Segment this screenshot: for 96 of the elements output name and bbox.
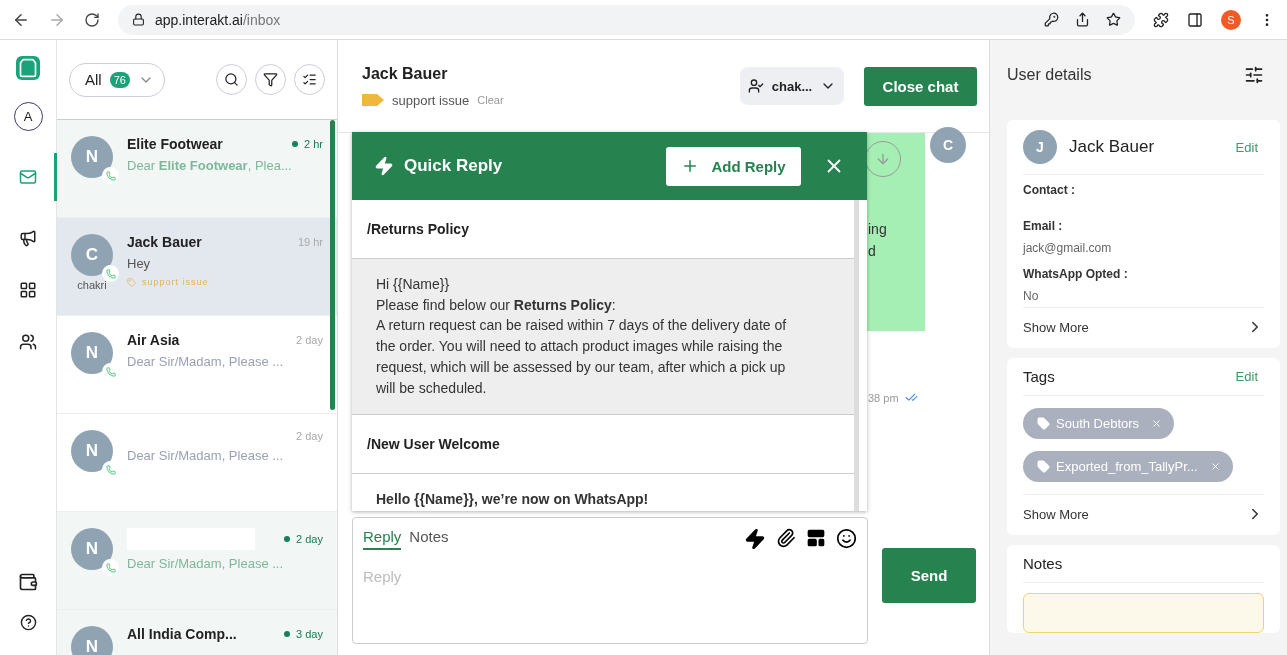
attach-icon[interactable] — [776, 528, 796, 548]
mail-icon[interactable] — [19, 168, 37, 186]
reply-text: Please find below our Returns Policy: — [376, 295, 617, 315]
field-value: No — [1023, 289, 1040, 303]
reply-body[interactable]: Hello {{Name}}, we’re now on WhatsApp! — [352, 474, 854, 511]
message-preview: Hey — [127, 256, 152, 271]
share-icon[interactable] — [1075, 12, 1090, 27]
user-name: Jack Bauer — [1069, 137, 1155, 157]
megaphone-icon[interactable] — [19, 229, 37, 247]
tag-label: support issue — [392, 92, 470, 108]
message-text: d — [868, 243, 877, 259]
message-preview: Dear Sir/Madam, Please ... — [127, 448, 285, 463]
search-icon — [224, 72, 239, 87]
avatar: N — [71, 332, 113, 374]
field-label: Contact : — [1023, 183, 1076, 197]
template-icon[interactable] — [806, 528, 826, 548]
unread-dot — [284, 631, 291, 637]
show-more-link[interactable]: Show More — [1023, 307, 1264, 348]
message-time: 2 day — [296, 533, 323, 545]
message-time: 3 day — [296, 628, 323, 640]
url-text[interactable]: app.interakt.ai/inbox — [155, 11, 281, 28]
message-text: ing — [868, 221, 888, 237]
agent-name: chakri — [77, 279, 107, 291]
add-reply-button[interactable]: Add Reply — [666, 146, 801, 186]
arrow-down-icon — [875, 151, 891, 167]
message-time: 2 day — [296, 334, 323, 346]
wallet-icon[interactable] — [18, 572, 38, 592]
address-field[interactable]: app.interakt.ai/inbox — [118, 4, 1135, 35]
key-icon[interactable] — [1044, 12, 1059, 27]
message-time: 2 hr — [304, 138, 323, 150]
extensions-icon[interactable] — [1153, 11, 1169, 28]
emoji-icon[interactable] — [836, 528, 857, 549]
tag-icon — [362, 94, 384, 106]
card-title: Notes — [1023, 555, 1264, 583]
user-check-icon — [747, 78, 764, 94]
avatar: N — [71, 528, 113, 570]
lightning-icon — [374, 156, 394, 176]
contact-name: Jack Bauer — [127, 234, 202, 250]
users-icon[interactable] — [19, 333, 37, 351]
conversation-item[interactable]: C chakri Jack Bauer 19 hr Hey support issue — [57, 218, 337, 316]
unread-dot — [284, 536, 291, 542]
avatar: N — [71, 136, 113, 178]
conversation-item[interactable]: N 2 day Dear Sir/Madam, Please ... — [57, 512, 337, 610]
avatar: N — [71, 430, 113, 472]
contact-name: Air Asia — [127, 332, 180, 348]
panel-title: User details — [1007, 66, 1092, 84]
show-more-link[interactable]: Show More — [1023, 494, 1264, 535]
conversation-item[interactable]: N All India Comp... 3 day — [57, 610, 337, 655]
message-preview: Dear Sir/Madam, Please ... — [127, 354, 285, 369]
chat-title: Jack Bauer — [362, 64, 449, 83]
card-title: Tags — [1023, 368, 1055, 385]
close-chat-button[interactable]: Close chat — [864, 66, 977, 106]
avatar: N — [71, 626, 113, 655]
composer-tab[interactable]: Notes — [409, 528, 449, 550]
reply-body[interactable] — [352, 259, 854, 416]
message-time: 2 day — [296, 430, 323, 442]
grid-icon[interactable] — [19, 281, 37, 299]
unread-dot — [292, 141, 299, 147]
reply-text: Hi {{Name}} — [376, 275, 451, 294]
bag-logo-icon — [16, 56, 40, 80]
filter-icon — [263, 72, 278, 87]
note-field[interactable] — [1023, 593, 1264, 633]
avatar: C — [71, 234, 113, 276]
tag-icon — [127, 277, 136, 287]
message-preview: Dear Elite Footwear, Plea... — [127, 158, 293, 173]
double-check-icon — [904, 391, 918, 404]
reload-icon[interactable] — [84, 11, 100, 28]
conversation-item[interactable]: N Elite Footwear 2 hr Dear Elite Footwear, Plea... — [57, 120, 337, 218]
agent-dropdown[interactable]: chak... — [740, 67, 844, 105]
message-preview: Dear Sir/Madam, Please ... — [127, 556, 285, 571]
help-icon[interactable] — [19, 614, 37, 631]
send-button[interactable]: Send — [882, 548, 976, 603]
side-panel-icon[interactable] — [1187, 11, 1203, 28]
scrollbar-thumb[interactable] — [330, 120, 335, 410]
reply-text: A return request can be raised within 7 days of the delivery date of the order. You will need to attach product images while raising the request, which will be assessed by our team, after which a pick up will be scheduled. — [376, 316, 788, 398]
field-label: WhatsApp Opted : — [1023, 267, 1129, 281]
reply-text: Hello {{Name}}, we’re now on WhatsApp! — [376, 490, 650, 510]
message-time: 19 hr — [297, 236, 323, 248]
avatar: J — [1023, 130, 1057, 164]
field-value: jack@gmail.com — [1023, 241, 1113, 255]
message-time: 38 pm — [868, 391, 899, 404]
contact-name: Elite Footwear — [127, 136, 223, 152]
checklist-icon — [302, 72, 317, 87]
tag-icon — [1037, 417, 1050, 430]
lightning-icon[interactable] — [744, 528, 766, 550]
star-icon[interactable] — [1106, 12, 1121, 27]
composer-tab[interactable]: Reply — [363, 528, 402, 550]
contact-name: All India Comp... — [127, 626, 237, 642]
count-badge: 76 — [109, 71, 130, 88]
tag-icon — [1037, 460, 1050, 473]
lock-icon — [132, 13, 145, 26]
tag-label: support issue — [142, 277, 209, 287]
avatar: C — [930, 127, 966, 163]
panel-title: Quick Reply — [404, 156, 503, 176]
settings-icon[interactable] — [1244, 65, 1264, 85]
field-label: Email : — [1023, 219, 1064, 233]
